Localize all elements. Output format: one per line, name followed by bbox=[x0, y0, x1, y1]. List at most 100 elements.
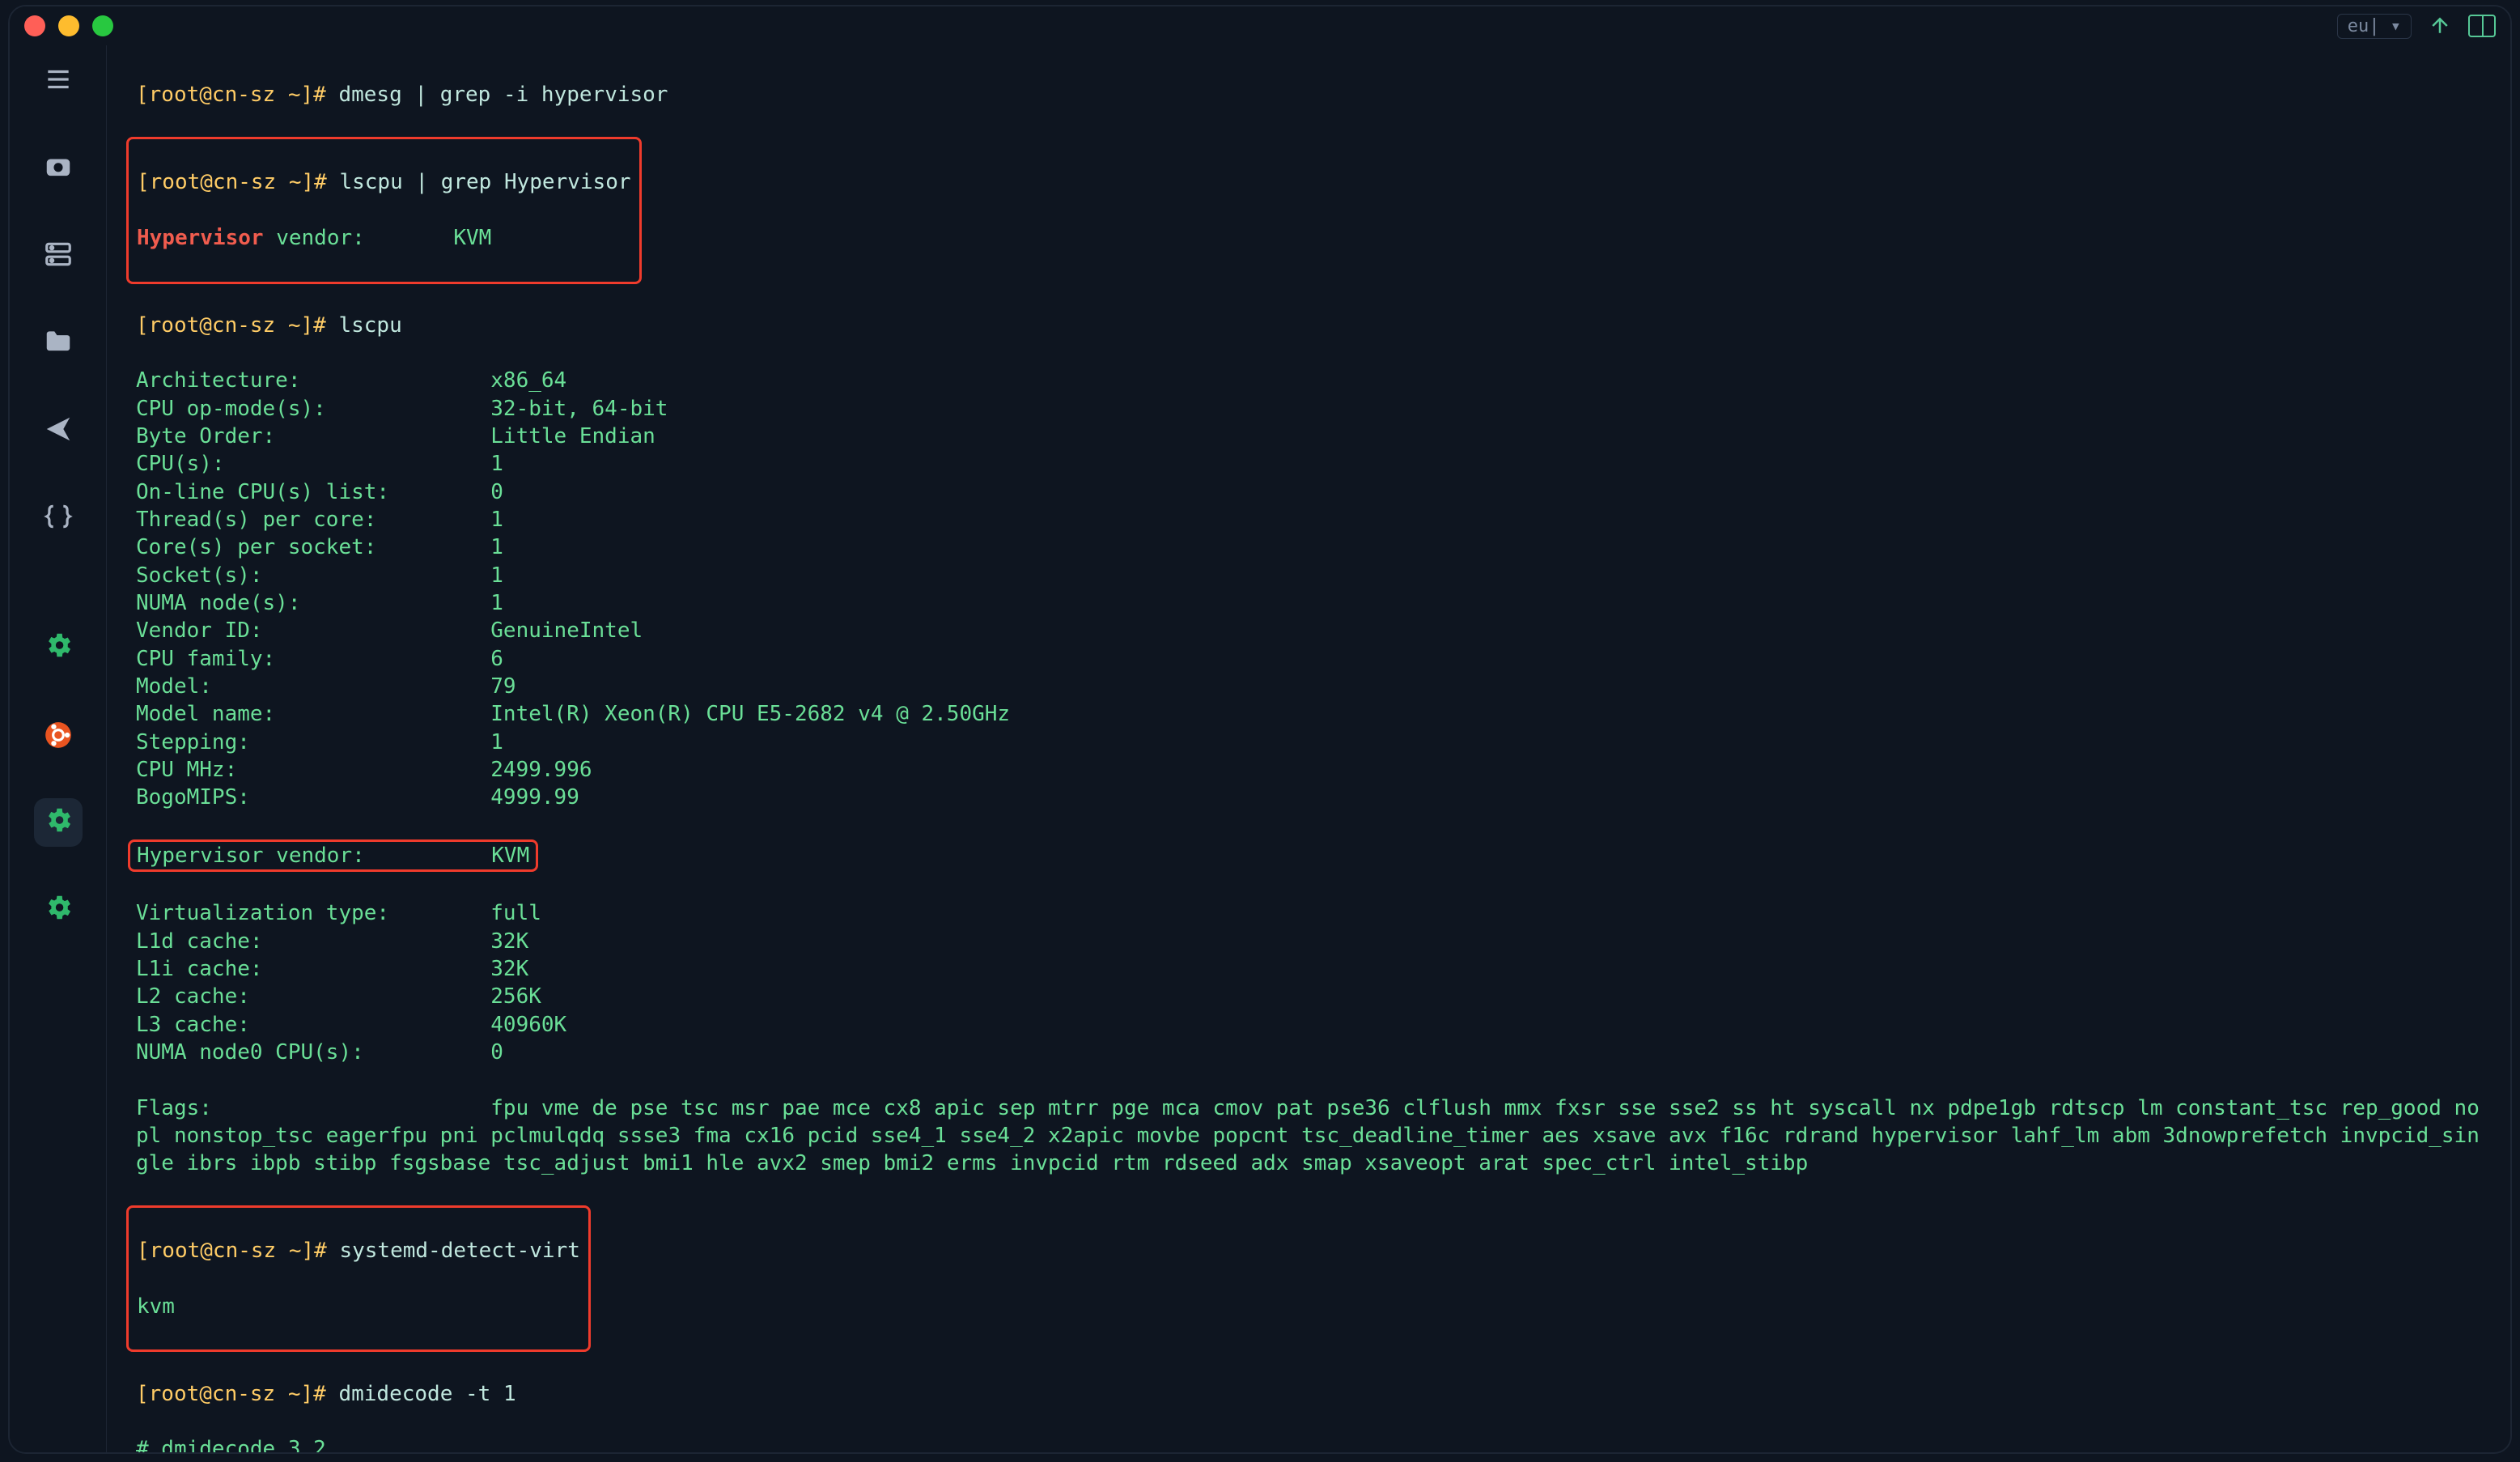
server-icon[interactable] bbox=[34, 230, 83, 278]
hv-match-rest: vendor: KVM bbox=[264, 226, 492, 250]
lscpu-key: L2 cache: bbox=[136, 983, 490, 1010]
lscpu-row: L2 cache:256K bbox=[136, 983, 2481, 1010]
folder-icon[interactable] bbox=[34, 317, 83, 366]
lscpu-key: Vendor ID: bbox=[136, 617, 490, 644]
lscpu-row: Stepping:1 bbox=[136, 729, 2481, 756]
lscpu-row: CPU MHz:2499.996 bbox=[136, 756, 2481, 784]
detect-virt-output: kvm bbox=[137, 1293, 580, 1320]
highlight-box-detect-virt: [root@cn-sz ~]# systemd-detect-virt kvm bbox=[126, 1205, 591, 1353]
flags-label: Flags: bbox=[136, 1094, 490, 1122]
hv-vendor-label: Hypervisor vendor: bbox=[137, 842, 491, 869]
prompt: [root@cn-sz ~]# bbox=[137, 170, 327, 194]
lscpu-key: L3 cache: bbox=[136, 1011, 490, 1039]
camera-icon[interactable] bbox=[34, 142, 83, 191]
lscpu-value: 1 bbox=[490, 508, 503, 532]
lscpu-value: x86_64 bbox=[490, 368, 566, 393]
lscpu-row: BogoMIPS:4999.99 bbox=[136, 784, 2481, 811]
lscpu-key: L1i cache: bbox=[136, 955, 490, 983]
ubuntu-icon[interactable] bbox=[34, 711, 83, 759]
lscpu-key: Architecture: bbox=[136, 367, 490, 394]
prompt: [root@cn-sz ~]# bbox=[136, 1382, 326, 1406]
split-pane-icon[interactable] bbox=[2468, 15, 2496, 37]
lscpu-key: Stepping: bbox=[136, 729, 490, 756]
cmd-detect-virt: systemd-detect-virt bbox=[339, 1239, 579, 1263]
lscpu-key: Core(s) per socket: bbox=[136, 533, 490, 561]
lscpu-row: CPU family:6 bbox=[136, 645, 2481, 673]
lscpu-output: Architecture:x86_64CPU op-mode(s):32-bit… bbox=[136, 367, 2481, 811]
lscpu-value: 32K bbox=[490, 929, 528, 954]
lscpu-key: Byte Order: bbox=[136, 423, 490, 450]
lscpu-value: 40960K bbox=[490, 1013, 566, 1037]
lscpu-row: Virtualization type:full bbox=[136, 899, 2481, 927]
lscpu-row: Core(s) per socket:1 bbox=[136, 533, 2481, 561]
profile-pill[interactable]: eu| ▾ bbox=[2337, 14, 2412, 39]
lscpu-key: CPU op-mode(s): bbox=[136, 395, 490, 423]
lscpu-row: CPU op-mode(s):32-bit, 64-bit bbox=[136, 395, 2481, 423]
lscpu-key: NUMA node0 CPU(s): bbox=[136, 1039, 490, 1066]
menu-icon[interactable] bbox=[34, 55, 83, 104]
lscpu-key: L1d cache: bbox=[136, 928, 490, 955]
prompt: [root@cn-sz ~]# bbox=[136, 83, 326, 107]
lscpu-key: Model name: bbox=[136, 700, 490, 728]
lscpu-key: CPU MHz: bbox=[136, 756, 490, 784]
terminal-output[interactable]: [root@cn-sz ~]# dmesg | grep -i hypervis… bbox=[107, 45, 2510, 1452]
lscpu-row: Thread(s) per core:1 bbox=[136, 506, 2481, 533]
lscpu-value: 1 bbox=[490, 730, 503, 754]
lscpu-value: 4999.99 bbox=[490, 785, 579, 810]
close-button[interactable] bbox=[24, 15, 45, 36]
lscpu-value: full bbox=[490, 901, 541, 925]
gear-green-icon-3[interactable] bbox=[34, 886, 83, 934]
dmi-line: # dmidecode 3.2 bbox=[136, 1435, 2481, 1452]
lscpu-value: 79 bbox=[490, 674, 515, 699]
terminal-window: eu| ▾ bbox=[8, 5, 2512, 1454]
lscpu-value: 1 bbox=[490, 563, 503, 588]
lscpu-value: 1 bbox=[490, 452, 503, 476]
flags-line: Flags:fpu vme de pse tsc msr pae mce cx8… bbox=[136, 1094, 2481, 1178]
lscpu-value: 2499.996 bbox=[490, 758, 592, 782]
lscpu-value: 6 bbox=[490, 647, 503, 671]
lscpu-key: CPU(s): bbox=[136, 450, 490, 478]
lscpu-value: GenuineIntel bbox=[490, 618, 643, 643]
titlebar-actions: eu| ▾ bbox=[2337, 12, 2496, 40]
send-icon[interactable] bbox=[34, 405, 83, 453]
lscpu-row: Model:79 bbox=[136, 673, 2481, 700]
minimize-button[interactable] bbox=[58, 15, 79, 36]
lscpu-key: Model: bbox=[136, 673, 490, 700]
lscpu-value: 0 bbox=[490, 480, 503, 504]
lscpu-output-after: Virtualization type:fullL1d cache:32KL1i… bbox=[136, 899, 2481, 1066]
lscpu-row: Model name:Intel(R) Xeon(R) CPU E5-2682 … bbox=[136, 700, 2481, 728]
gear-green-icon[interactable] bbox=[34, 623, 83, 672]
lscpu-row: L3 cache:40960K bbox=[136, 1011, 2481, 1039]
prompt: [root@cn-sz ~]# bbox=[137, 1239, 327, 1263]
lscpu-row: NUMA node0 CPU(s):0 bbox=[136, 1039, 2481, 1066]
lscpu-row: L1i cache:32K bbox=[136, 955, 2481, 983]
lscpu-key: CPU family: bbox=[136, 645, 490, 673]
zoom-button[interactable] bbox=[92, 15, 113, 36]
highlight-box-lscpu-grep: [root@cn-sz ~]# lscpu | grep Hypervisor … bbox=[126, 137, 642, 284]
hv-match: Hypervisor bbox=[137, 226, 264, 250]
sidebar bbox=[10, 45, 107, 1452]
braces-icon[interactable] bbox=[34, 492, 83, 541]
lscpu-value: 1 bbox=[490, 535, 503, 559]
lscpu-value: 32K bbox=[490, 957, 528, 981]
lscpu-key: Thread(s) per core: bbox=[136, 506, 490, 533]
lscpu-row: Vendor ID:GenuineIntel bbox=[136, 617, 2481, 644]
lscpu-key: NUMA node(s): bbox=[136, 589, 490, 617]
window-controls bbox=[24, 15, 113, 36]
profile-pill-label: eu| ▾ bbox=[2348, 16, 2401, 36]
share-icon[interactable] bbox=[2426, 12, 2454, 40]
highlight-box-hv-vendor: Hypervisor vendor:KVM bbox=[136, 839, 2481, 872]
gear-green-icon-2[interactable] bbox=[34, 798, 83, 847]
lscpu-value: 1 bbox=[490, 591, 503, 615]
lscpu-row: CPU(s):1 bbox=[136, 450, 2481, 478]
lscpu-value: 256K bbox=[490, 984, 541, 1009]
lscpu-row: Architecture:x86_64 bbox=[136, 367, 2481, 394]
lscpu-row: On-line CPU(s) list:0 bbox=[136, 478, 2481, 506]
lscpu-value: Intel(R) Xeon(R) CPU E5-2682 v4 @ 2.50GH… bbox=[490, 702, 1010, 726]
lscpu-key: On-line CPU(s) list: bbox=[136, 478, 490, 506]
lscpu-row: NUMA node(s):1 bbox=[136, 589, 2481, 617]
lscpu-row: L1d cache:32K bbox=[136, 928, 2481, 955]
cmd-dmesg: dmesg | grep -i hypervisor bbox=[338, 83, 668, 107]
lscpu-key: BogoMIPS: bbox=[136, 784, 490, 811]
lscpu-row: Socket(s):1 bbox=[136, 562, 2481, 589]
